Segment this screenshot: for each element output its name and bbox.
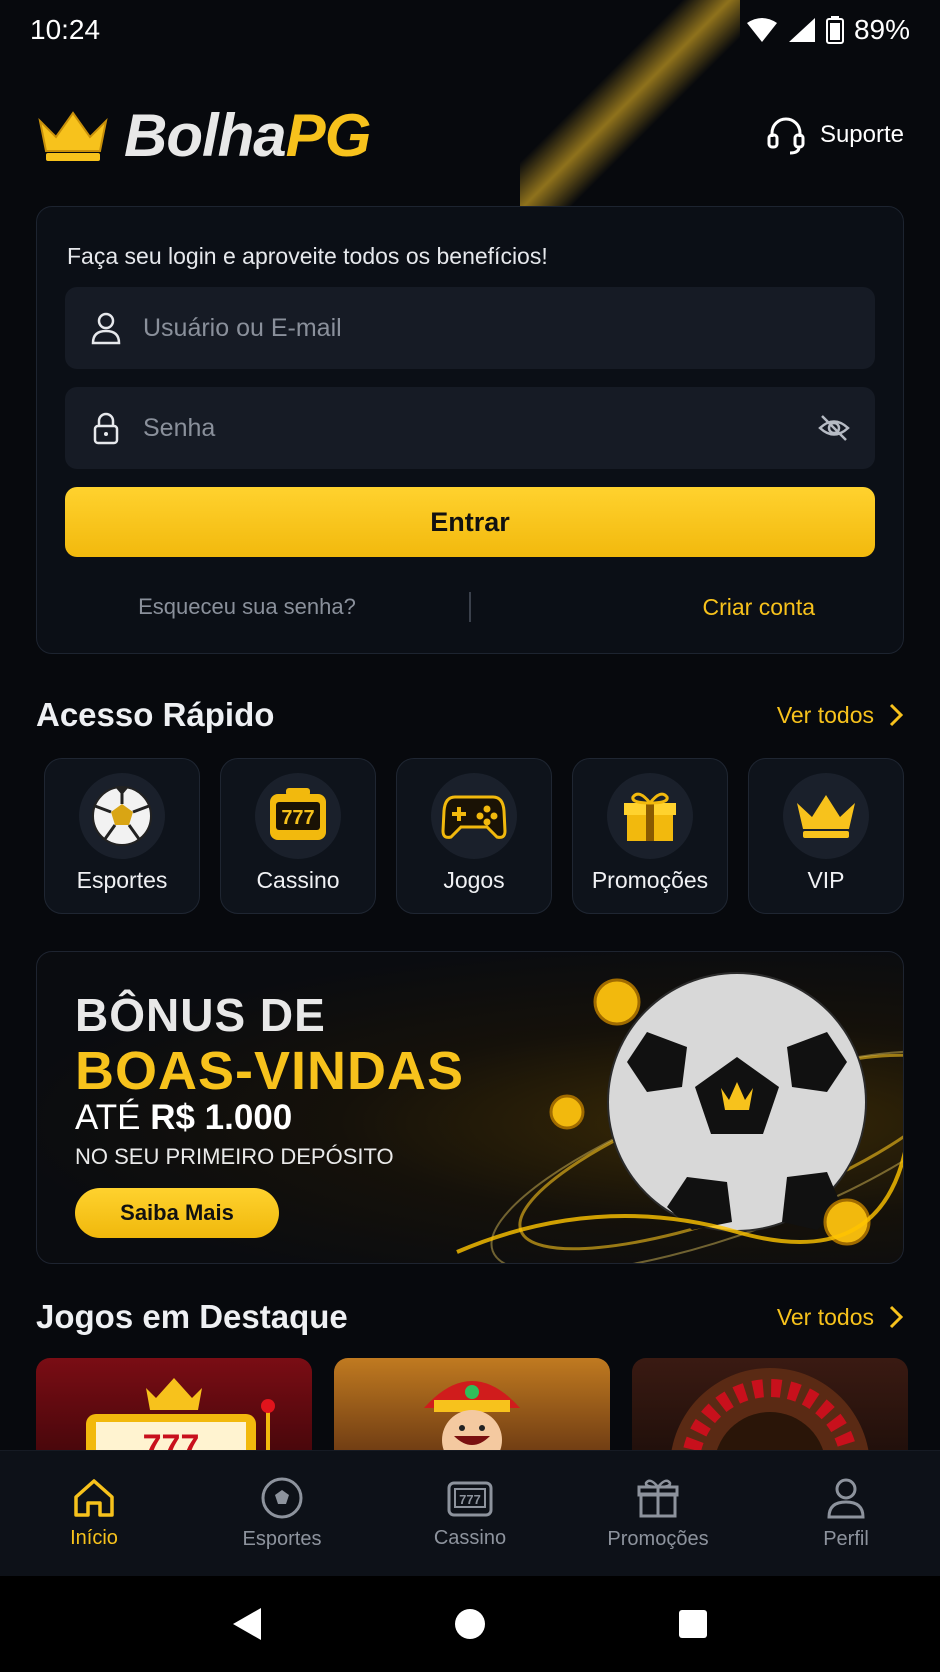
quick-tile-promocoes[interactable]: Promoções: [572, 758, 728, 914]
gamepad-icon: [441, 795, 507, 839]
slot-machine-icon: 777: [447, 1481, 493, 1517]
gift-icon: [624, 792, 676, 841]
brand-name-part2: PG: [285, 101, 372, 169]
nav-cassino[interactable]: 777 Cassino: [376, 1451, 564, 1576]
wifi-icon: [746, 18, 777, 42]
nav-label: Perfil: [823, 1528, 869, 1550]
login-card: Faça seu login e aproveite todos os bene…: [36, 206, 904, 654]
game-card-slot[interactable]: 777: [36, 1358, 312, 1450]
quick-access-header: Acesso Rápido Ver todos: [36, 696, 904, 734]
battery-icon: [825, 16, 844, 44]
quick-label: Promoções: [591, 867, 709, 893]
see-all-label: Ver todos: [776, 701, 874, 728]
banner-title-line2: BOAS-VINDAS: [75, 1041, 465, 1101]
svg-text:777: 777: [281, 807, 314, 829]
forgot-password-link[interactable]: Esqueceu sua senha?: [65, 594, 469, 620]
nav-promocoes[interactable]: Promoções: [564, 1451, 752, 1576]
learn-more-button[interactable]: Saiba Mais: [75, 1188, 279, 1238]
status-icons: 89%: [746, 14, 910, 46]
banner-amount-prefix: ATÉ: [75, 1098, 141, 1137]
system-navigation-bar: [0, 1576, 940, 1672]
headset-icon: [767, 117, 805, 155]
quick-tile-vip[interactable]: VIP: [748, 758, 904, 914]
username-input[interactable]: [143, 313, 851, 343]
lock-icon: [93, 412, 119, 445]
quick-access-title: Acesso Rápido: [36, 696, 275, 733]
brand-logo[interactable]: BolhaPG: [36, 101, 372, 170]
quick-icon-wrap: [607, 773, 693, 859]
app-header: BolhaPG Suporte: [36, 95, 904, 175]
recents-icon[interactable]: [677, 1608, 709, 1640]
quick-access-grid: Esportes 777 Cassino Jogos Promoções VIP: [44, 758, 906, 914]
nav-label: Início: [70, 1527, 118, 1549]
soccer-ball-icon: [261, 1477, 303, 1519]
support-label: Suporte: [819, 121, 904, 148]
featured-title: Jogos em Destaque: [36, 1298, 348, 1335]
quick-access-see-all[interactable]: Ver todos: [777, 702, 904, 729]
nav-label: Esportes: [242, 1528, 322, 1550]
nav-perfil[interactable]: Perfil: [752, 1451, 940, 1576]
game-card-roulette[interactable]: [632, 1358, 908, 1450]
password-field[interactable]: [65, 387, 875, 469]
brand-name: BolhaPG: [124, 101, 372, 170]
featured-see-all[interactable]: Ver todos: [777, 1304, 904, 1331]
quick-icon-wrap: 777: [255, 773, 341, 859]
status-bar: 10:24 89%: [0, 0, 940, 60]
login-button[interactable]: Entrar: [65, 487, 875, 557]
quick-tile-cassino[interactable]: 777 Cassino: [220, 758, 376, 914]
svg-text:777: 777: [459, 1492, 481, 1507]
gift-icon: [637, 1479, 679, 1518]
see-all-label: Ver todos: [776, 1303, 874, 1330]
featured-header: Jogos em Destaque Ver todos: [36, 1298, 904, 1336]
featured-games-row: 777: [36, 1358, 940, 1450]
slot-777-art: 777: [86, 1378, 275, 1450]
eye-off-icon[interactable]: [817, 411, 851, 445]
quick-label: Cassino: [256, 867, 340, 893]
bottom-navigation: Início Esportes 777 Cassino Promoções Pe…: [0, 1450, 940, 1576]
soccer-ball-icon: [92, 786, 152, 846]
password-input[interactable]: [143, 413, 797, 443]
create-account-link[interactable]: Criar conta: [471, 594, 875, 621]
nav-label: Cassino: [433, 1527, 507, 1549]
slot-machine-icon: 777: [270, 788, 326, 840]
quick-icon-wrap: [79, 773, 165, 859]
quick-label: VIP: [807, 867, 845, 893]
welcome-bonus-banner[interactable]: BÔNUS DE BOAS-VINDAS ATÉ R$ 1.000 NO SEU…: [36, 951, 904, 1264]
banner-amount-line: ATÉ R$ 1.000: [75, 1098, 292, 1138]
user-icon: [91, 312, 121, 345]
brand-name-part1: Bolha: [124, 101, 287, 169]
nav-label: Promoções: [607, 1528, 709, 1550]
status-time: 10:24: [30, 14, 101, 45]
quick-icon-wrap: [783, 773, 869, 859]
home-circle-icon[interactable]: [453, 1607, 487, 1641]
chevron-right-icon: [889, 1305, 904, 1329]
support-button[interactable]: Suporte: [766, 115, 904, 155]
chevron-right-icon: [889, 703, 904, 727]
quick-label: Esportes: [76, 867, 168, 893]
svg-text:777: 777: [143, 1428, 200, 1450]
quick-tile-jogos[interactable]: Jogos: [396, 758, 552, 914]
game-card-fortune[interactable]: [334, 1358, 610, 1450]
crown-icon: [797, 795, 855, 838]
crown-logo-icon: [38, 111, 108, 161]
user-icon: [827, 1478, 865, 1519]
banner-title-line1: BÔNUS DE: [75, 989, 326, 1041]
signal-icon: [788, 18, 815, 42]
fortune-god-art: [424, 1381, 520, 1450]
nav-inicio[interactable]: Início: [0, 1451, 188, 1576]
battery-level: 89%: [853, 14, 910, 45]
quick-tile-esportes[interactable]: Esportes: [44, 758, 200, 914]
banner-amount: R$ 1.000: [150, 1098, 293, 1137]
home-icon: [74, 1479, 114, 1517]
username-field[interactable]: [65, 287, 875, 369]
quick-label: Jogos: [443, 867, 505, 893]
login-intro: Faça seu login e aproveite todos os bene…: [67, 243, 548, 269]
login-links: Esqueceu sua senha? Criar conta: [65, 585, 875, 629]
banner-subtitle: NO SEU PRIMEIRO DEPÓSITO: [75, 1144, 394, 1169]
back-icon[interactable]: [231, 1606, 263, 1642]
roulette-art: [671, 1368, 869, 1450]
quick-icon-wrap: [431, 773, 517, 859]
nav-esportes[interactable]: Esportes: [188, 1451, 376, 1576]
